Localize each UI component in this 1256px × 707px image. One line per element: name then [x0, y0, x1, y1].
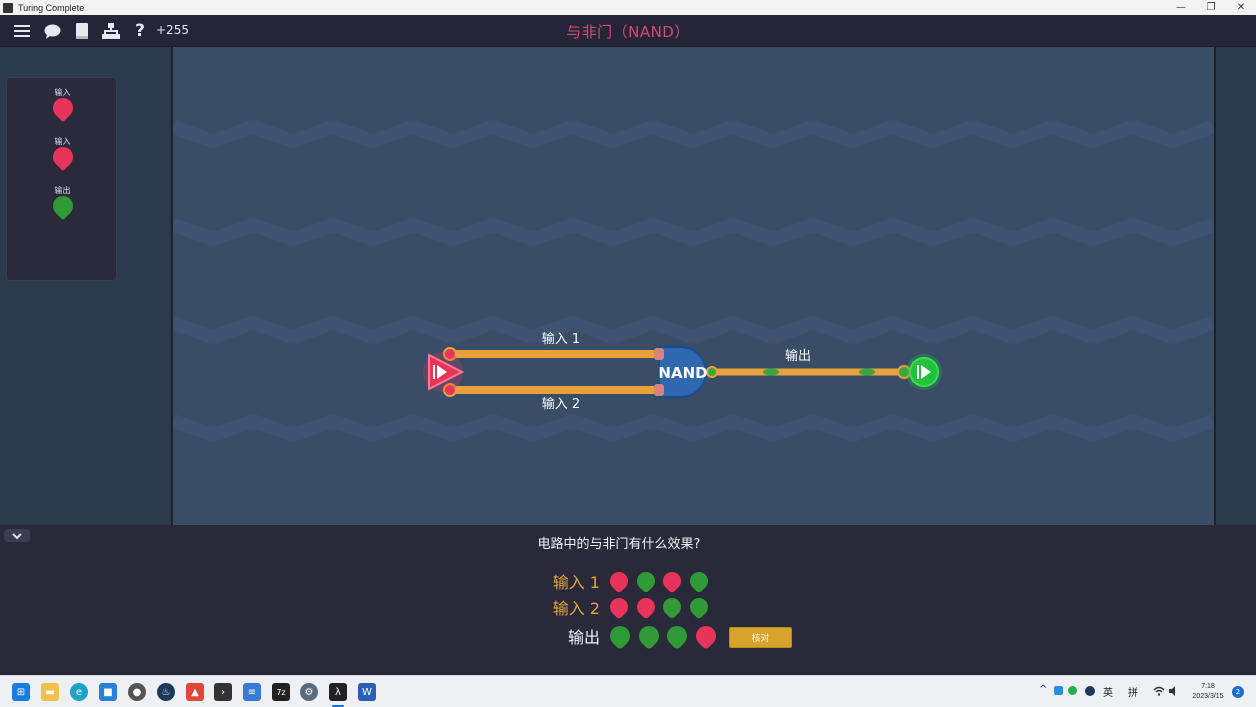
tray-app-icon[interactable] [1054, 686, 1063, 695]
gate-input-pin [654, 384, 664, 396]
window-titlebar: Turing Complete — ❐ ✕ [0, 0, 1256, 15]
red-pin-icon [48, 142, 77, 172]
green-cell [685, 594, 712, 620]
drive-app-icon[interactable]: ▲ [186, 683, 204, 701]
signal-pulse [859, 368, 875, 376]
gate-label: NAND [658, 364, 707, 382]
pin-input-1[interactable]: 输入 [7, 87, 118, 123]
row-label: 输入 2 [552, 599, 600, 618]
notification-badge[interactable]: 2 [1232, 686, 1244, 698]
row-label: 输入 1 [552, 573, 600, 592]
steam-tray-icon[interactable] [1085, 686, 1095, 696]
taskbar: ⊞ ▬ e ■ ● ♨ ▲ › ≡ 7z ⚙ λ W ^ 英 拼 7:18 20… [0, 675, 1256, 707]
steam-icon[interactable]: ♨ [157, 683, 175, 701]
windows-start-icon[interactable]: ⊞ [12, 683, 30, 701]
window-controls: — ❐ ✕ [1166, 0, 1256, 15]
green-cell [685, 568, 712, 594]
red-pin-icon [48, 93, 77, 123]
file-explorer-icon[interactable]: ▬ [41, 683, 59, 701]
terminal-icon[interactable]: › [214, 683, 232, 701]
maximize-button[interactable]: ❐ [1196, 0, 1226, 15]
wire-label-input-2: 输入 2 [542, 396, 580, 412]
question-text: 电路中的与非门有什么效果? [537, 537, 701, 552]
level-title: 与非门（NAND） [566, 23, 690, 41]
red-cell-toggle[interactable] [691, 621, 720, 651]
truth-row-input-2: 输入 2 [540, 594, 716, 620]
question-panel: 电路中的与非门有什么效果? 输入 1 输入 2 输出 核对 [0, 525, 1256, 675]
play-bar-icon [917, 365, 919, 379]
red-cell [606, 568, 632, 594]
tray-overflow-chevron[interactable]: ^ [1039, 684, 1047, 695]
wifi-icon[interactable] [1153, 686, 1165, 696]
red-cell [632, 594, 659, 620]
game-app-icon[interactable]: ● [128, 683, 146, 701]
green-pin-icon [48, 191, 77, 221]
check-button[interactable]: 核对 [729, 627, 792, 648]
green-cell-toggle[interactable] [662, 621, 692, 651]
green-cell-toggle[interactable] [605, 621, 635, 651]
pin-label: 输出 [54, 186, 71, 195]
green-cell [632, 568, 659, 594]
wechat-tray-icon[interactable] [1068, 686, 1077, 695]
close-button[interactable]: ✕ [1226, 0, 1256, 15]
pin-label: 输入 [54, 88, 71, 97]
store-icon[interactable]: ■ [99, 683, 117, 701]
settings-icon[interactable]: ⚙ [300, 683, 318, 701]
signal-pulse [763, 368, 779, 376]
ime-mode[interactable]: 拼 [1128, 684, 1138, 699]
red-cell [606, 594, 632, 620]
volume-icon[interactable] [1168, 686, 1178, 696]
game-toolbar: ? +255 与非门（NAND） [0, 15, 1256, 47]
right-panel [1216, 47, 1256, 525]
clock-date: 2023/3/15 [1192, 693, 1224, 700]
pin-label: 输入 [54, 137, 71, 146]
ime-language[interactable]: 英 [1103, 684, 1113, 699]
word-icon[interactable]: W [358, 683, 376, 701]
row-label: 输出 [567, 628, 600, 647]
circuit-diagram: NAND 输入 1 输入 2 输出 [173, 119, 1214, 443]
minimize-button[interactable]: — [1166, 0, 1196, 15]
truth-row-output: 输出 [540, 621, 724, 651]
green-cell-toggle[interactable] [634, 621, 663, 651]
play-bar-icon [433, 365, 435, 379]
component-panel: 输入 输入 输出 [0, 47, 171, 525]
edge-browser-icon[interactable]: e [70, 683, 88, 701]
pin-output[interactable]: 输出 [7, 185, 118, 221]
clock-time: 7:18 [1201, 683, 1215, 690]
notepad-icon[interactable]: ≡ [243, 683, 261, 701]
circuit-canvas[interactable]: NAND 输入 1 输入 2 输出 [171, 47, 1216, 525]
turing-complete-icon[interactable]: λ [329, 683, 347, 701]
wire-label-input-1: 输入 1 [542, 331, 580, 347]
app-icon [3, 2, 13, 13]
wire-label-output: 输出 [785, 348, 811, 364]
system-clock[interactable]: 7:18 2023/3/15 [1186, 682, 1230, 702]
pin-list: 输入 输入 输出 [6, 77, 117, 281]
gate-output-pin [706, 366, 718, 378]
window-title: Turing Complete [18, 2, 85, 13]
green-cell [659, 594, 685, 620]
gate-input-pin [654, 348, 664, 360]
pin-input-2[interactable]: 输入 [7, 136, 118, 172]
truth-row-input-1: 输入 1 [540, 568, 716, 594]
red-cell [659, 568, 685, 594]
7zip-icon[interactable]: 7z [272, 683, 290, 701]
